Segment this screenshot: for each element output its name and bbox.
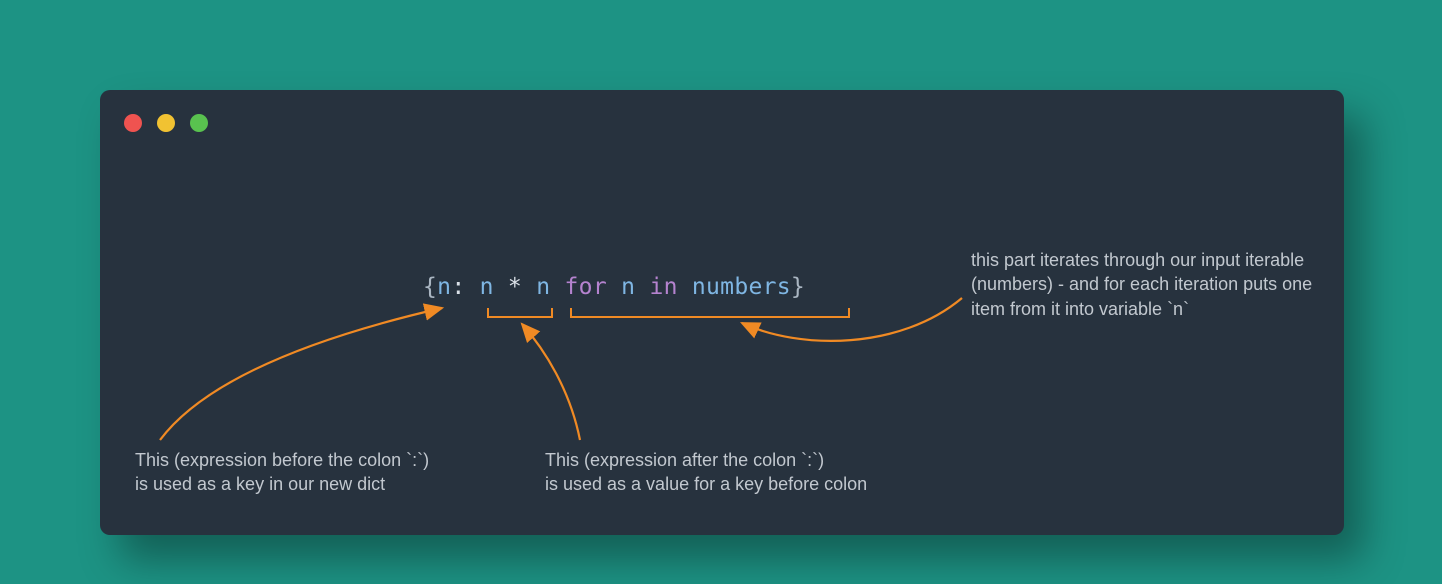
annotation-value: This (expression after the colon `:`) is…	[545, 448, 965, 497]
code-space	[465, 274, 479, 300]
underline-for-clause	[570, 308, 850, 318]
code-star: *	[494, 274, 536, 300]
code-value-var-left: n	[480, 274, 494, 300]
brace-close: }	[791, 274, 805, 300]
close-icon	[124, 114, 142, 132]
underline-value-expr	[487, 308, 553, 318]
code-in-kw: in	[635, 274, 692, 300]
code-window: {n: n * n for n in numbers} This (expres…	[100, 90, 1344, 535]
code-iterable: numbers	[692, 274, 791, 300]
zoom-icon	[190, 114, 208, 132]
code-for-kw: for	[550, 274, 621, 300]
code-expression: {n: n * n for n in numbers}	[423, 274, 805, 300]
annotation-key: This (expression before the colon `:`) i…	[135, 448, 505, 497]
code-value-var-right: n	[536, 274, 550, 300]
minimize-icon	[157, 114, 175, 132]
code-key-var: n	[437, 274, 451, 300]
traffic-lights	[124, 114, 208, 132]
brace-open: {	[423, 274, 437, 300]
annotation-iterator: this part iterates through our input ite…	[971, 248, 1326, 321]
code-colon: :	[451, 274, 465, 300]
code-loop-var: n	[621, 274, 635, 300]
